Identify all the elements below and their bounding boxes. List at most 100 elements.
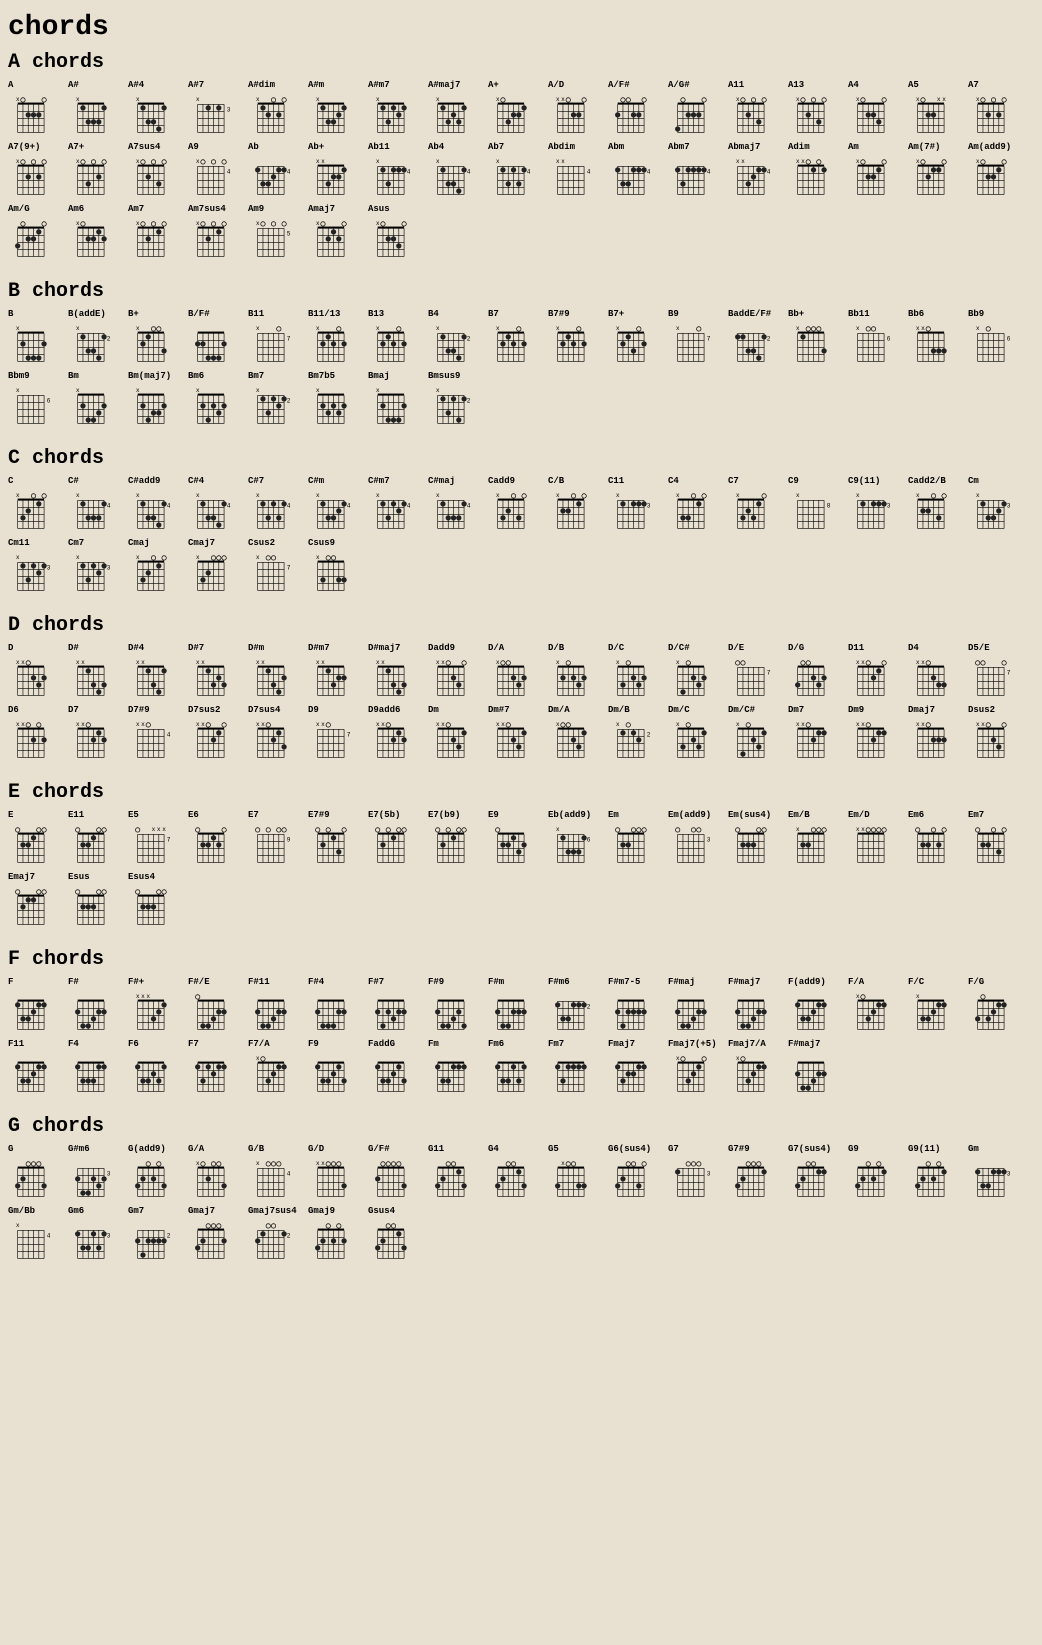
chord-name-label: Bm xyxy=(68,371,79,382)
svg-text:x: x xyxy=(376,659,380,666)
chord-name-label: D7#9 xyxy=(128,705,150,716)
chord-diagram: x4 xyxy=(248,488,292,532)
chord-diagram: x xyxy=(668,717,712,761)
chord-diagram: x xyxy=(788,92,832,136)
chord-item: A#mx xyxy=(308,80,366,136)
svg-text:6: 6 xyxy=(587,836,591,843)
chord-item: Em6 xyxy=(908,810,966,866)
chord-name-label: A#m xyxy=(308,80,324,91)
svg-text:x: x xyxy=(256,721,260,728)
chord-item: Cmajx xyxy=(128,538,186,594)
svg-text:x: x xyxy=(796,721,800,728)
svg-text:x: x xyxy=(136,325,140,332)
chord-item: C9(11)x3 xyxy=(848,476,906,532)
chord-name-label: D/C# xyxy=(668,643,690,654)
chord-diagram: xx4 xyxy=(548,154,592,198)
chord-diagram: xx xyxy=(308,1156,352,1200)
chord-item: G9 xyxy=(848,1144,906,1200)
chord-name-label: D7 xyxy=(68,705,79,716)
chord-name-label: Cadd9 xyxy=(488,476,515,487)
svg-text:x: x xyxy=(21,721,25,728)
chord-item: Bb11x6 xyxy=(848,309,906,365)
chord-diagram: x3 xyxy=(968,488,1012,532)
chord-item: Dm/Cx xyxy=(668,705,726,761)
chord-name-label: Emaj7 xyxy=(8,872,35,883)
chord-diagram: xx xyxy=(788,717,832,761)
chord-diagram xyxy=(188,822,232,866)
chord-item: G73 xyxy=(668,1144,726,1200)
chord-item: C11x3 xyxy=(608,476,666,532)
chord-diagram: x xyxy=(728,1051,772,1095)
chord-item: D/G xyxy=(788,643,846,699)
chord-item: Amx xyxy=(848,142,906,198)
chord-item: Bb+x xyxy=(788,309,846,365)
chord-diagram xyxy=(8,1156,52,1200)
svg-text:x: x xyxy=(196,96,200,103)
section-e: E chordsEE11E5xxx7E6E79E7#9E7(5b)E7(b9)E… xyxy=(8,781,1034,932)
svg-text:x: x xyxy=(796,826,800,833)
chord-item: Gm63 xyxy=(68,1206,126,1262)
chord-name-label: D# xyxy=(68,643,79,654)
chord-item: C#mx4 xyxy=(308,476,366,532)
section-title-f: F chords xyxy=(8,948,1034,971)
chord-diagram: x xyxy=(128,550,172,594)
chord-item: C7x xyxy=(728,476,786,532)
svg-text:2: 2 xyxy=(167,1232,171,1239)
chord-name-label: Abm xyxy=(608,142,624,153)
svg-text:x: x xyxy=(376,158,380,165)
chord-diagram: x xyxy=(308,383,352,427)
chord-item: E xyxy=(8,810,66,866)
chord-name-label: A#maj7 xyxy=(428,80,460,91)
chord-diagram: x xyxy=(608,655,652,699)
chord-name-label: C#m xyxy=(308,476,324,487)
chord-diagram: x xyxy=(668,655,712,699)
chord-name-label: A7sus4 xyxy=(128,142,160,153)
chord-diagram: x2 xyxy=(428,321,472,365)
svg-text:x: x xyxy=(976,325,980,332)
chord-name-label: Dadd9 xyxy=(428,643,455,654)
chord-name-label: A+ xyxy=(488,80,499,91)
svg-text:3: 3 xyxy=(107,1232,111,1239)
chord-diagram: xx xyxy=(368,655,412,699)
chord-item: B+x xyxy=(128,309,186,365)
chord-diagram xyxy=(488,1051,532,1095)
chord-diagram: xx xyxy=(548,92,592,136)
svg-text:4: 4 xyxy=(287,1170,291,1177)
chord-diagram: xx xyxy=(68,717,112,761)
chord-diagram: x xyxy=(908,154,952,198)
chord-item: E6 xyxy=(188,810,246,866)
chord-diagram xyxy=(308,1051,352,1095)
chord-item: Fmaj7(+5)x xyxy=(668,1039,726,1095)
chords-row-e: EE11E5xxx7E6E79E7#9E7(5b)E7(b9)E9Eb(add9… xyxy=(8,810,1034,932)
chord-diagram: x xyxy=(908,488,952,532)
svg-text:3: 3 xyxy=(1007,502,1011,509)
svg-text:x: x xyxy=(976,721,980,728)
chord-diagram: x6 xyxy=(968,321,1012,365)
chord-diagram: x xyxy=(128,154,172,198)
chord-name-label: Cmaj7 xyxy=(188,538,215,549)
chord-item: F#m62 xyxy=(548,977,606,1033)
svg-text:x: x xyxy=(676,1055,680,1062)
svg-text:x: x xyxy=(916,325,920,332)
chord-diagram: x xyxy=(548,717,592,761)
chord-name-label: C#m7 xyxy=(368,476,390,487)
chord-name-label: F#m7-5 xyxy=(608,977,640,988)
chord-item: G(add9) xyxy=(128,1144,186,1200)
chord-name-label: Abm7 xyxy=(668,142,690,153)
chord-diagram: xxx xyxy=(908,92,952,136)
chord-diagram: xx xyxy=(308,655,352,699)
chord-diagram: xx xyxy=(848,717,892,761)
svg-text:x: x xyxy=(76,659,80,666)
chord-diagram: x xyxy=(728,717,772,761)
chord-diagram: x xyxy=(248,1051,292,1095)
chord-diagram xyxy=(908,822,952,866)
chord-item: E79 xyxy=(248,810,306,866)
svg-text:x: x xyxy=(942,96,946,103)
chord-name-label: F#+ xyxy=(128,977,144,988)
chord-item: Dm7xx xyxy=(788,705,846,761)
svg-text:x: x xyxy=(801,158,805,165)
chord-item: Dxx xyxy=(8,643,66,699)
svg-text:x: x xyxy=(16,387,20,394)
svg-text:7: 7 xyxy=(167,836,171,843)
chord-name-label: F7 xyxy=(188,1039,199,1050)
